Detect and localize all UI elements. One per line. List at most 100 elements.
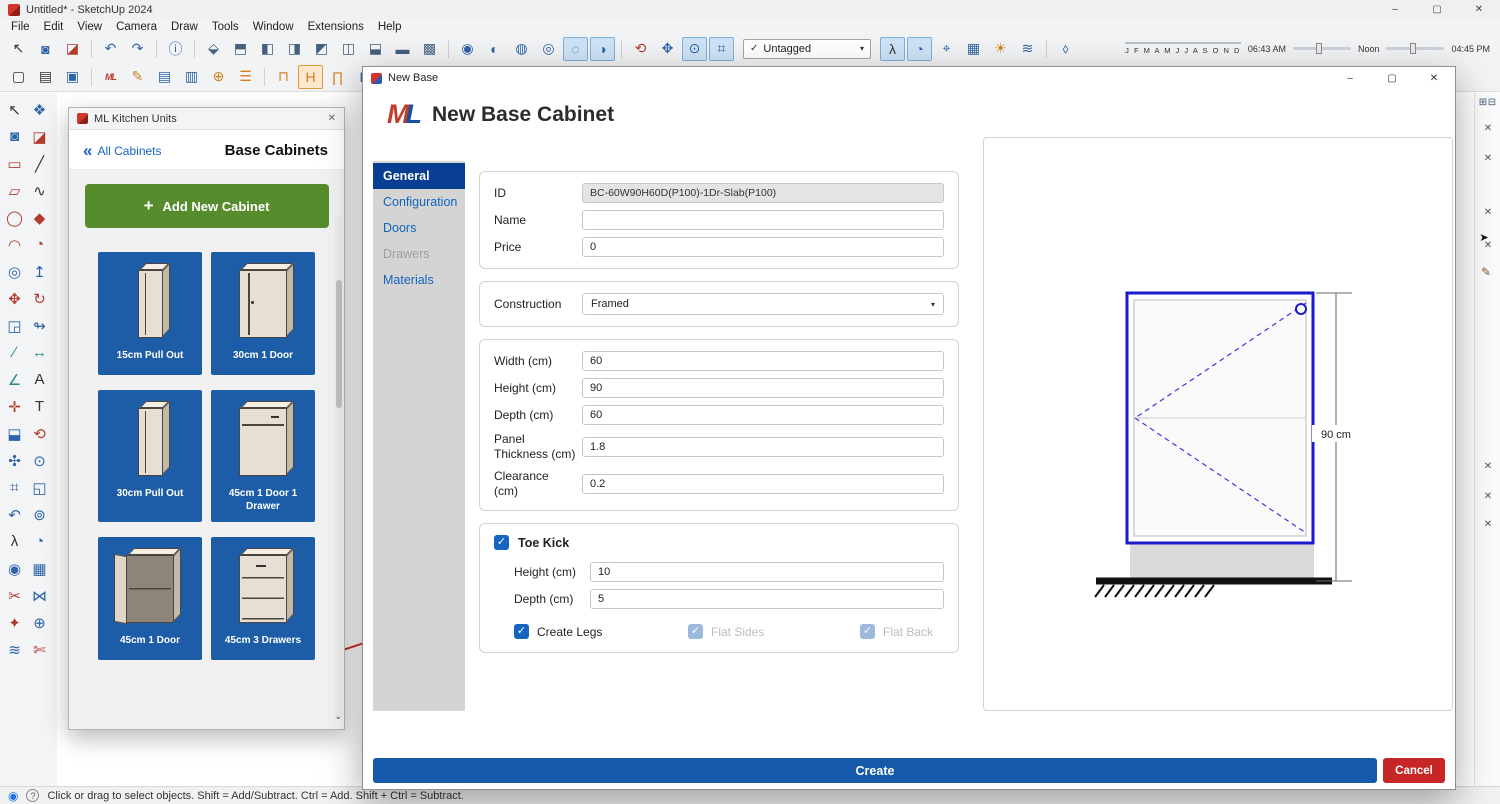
select-tool-icon[interactable]: ↖ — [6, 37, 31, 61]
open-file-icon[interactable]: ▤ — [33, 65, 58, 89]
width-field[interactable] — [582, 351, 944, 371]
zoom-window-icon[interactable]: ⌗ — [2, 474, 27, 501]
create-legs-checkbox[interactable]: ✓ — [514, 624, 529, 639]
add-new-cabinet-button[interactable]: + Add New Cabinet — [84, 184, 329, 228]
tape-measure-icon[interactable]: ∕ — [2, 339, 27, 366]
tag-filter-dropdown[interactable]: ✓ Untagged ▾ — [743, 38, 871, 59]
paint-bucket-icon[interactable]: ◙ — [2, 123, 27, 150]
text-tool-icon[interactable]: A — [27, 366, 52, 393]
trim-icon[interactable]: ◌ — [563, 36, 588, 61]
close-icon[interactable]: ✕ — [328, 113, 336, 124]
price-field[interactable] — [582, 237, 944, 257]
position-camera-icon[interactable]: ⊚ — [27, 501, 52, 528]
cloth-icon[interactable]: ≋ — [2, 636, 27, 663]
maximize-button[interactable]: ▢ — [1371, 67, 1413, 89]
follow-me-icon[interactable]: ↬ — [27, 312, 52, 339]
menu-camera[interactable]: Camera — [109, 20, 164, 35]
panel-close-icon[interactable]: ✕ — [1480, 517, 1496, 533]
catalog-icon[interactable]: ▥ — [179, 65, 204, 89]
zoom-extents-icon[interactable]: ◱ — [27, 474, 52, 501]
cabinet-card-15cm-pull-out[interactable]: 15cm Pull Out — [98, 252, 202, 375]
orbit-icon[interactable]: ⟲ — [628, 37, 653, 61]
tab-configuration[interactable]: Configuration — [373, 189, 465, 215]
zoom-icon[interactable]: ⊙ — [682, 36, 707, 61]
pan-icon[interactable]: ✥ — [655, 37, 680, 61]
palette-titlebar[interactable]: ML Kitchen Units ✕ — [69, 108, 344, 130]
toe-kick-depth-field[interactable] — [590, 589, 944, 609]
menu-tools[interactable]: Tools — [205, 20, 246, 35]
tray-panels-icon[interactable]: ⊟ — [1485, 96, 1499, 110]
geolocation-icon[interactable]: ◉ — [8, 790, 18, 802]
panel-close-icon[interactable]: ✕ — [1480, 238, 1496, 254]
circle-tool-icon[interactable]: ◯ — [2, 204, 27, 231]
move-tool-icon[interactable]: ✥ — [2, 285, 27, 312]
axes-tool-icon[interactable]: ✛ — [2, 393, 27, 420]
fog-icon[interactable]: ≋ — [1015, 37, 1040, 61]
panel-close-icon[interactable]: ✕ — [1480, 459, 1496, 475]
look-around-icon[interactable]: ◔ — [907, 36, 932, 61]
base-units-icon[interactable]: H — [298, 64, 323, 89]
line-tool-icon[interactable]: ╱ — [27, 150, 52, 177]
date-slider[interactable]: J F M A M J J A S O N D — [1125, 42, 1241, 55]
3d-text-icon[interactable]: T — [27, 393, 52, 420]
all-cabinets-link[interactable]: « All Cabinets — [83, 142, 162, 159]
front-view-icon[interactable]: ◧ — [255, 37, 280, 61]
cut-list-icon[interactable]: ▤ — [152, 65, 177, 89]
menu-window[interactable]: Window — [246, 20, 301, 35]
select-tool-icon[interactable]: ↖ — [2, 96, 27, 123]
rectangle-tool-icon[interactable]: ▭ — [2, 150, 27, 177]
undo-icon[interactable]: ↶ — [98, 37, 123, 61]
rotate-tool-icon[interactable]: ↻ — [27, 285, 52, 312]
left-view-icon[interactable]: ◫ — [336, 37, 361, 61]
outer-shell-icon[interactable]: ◉ — [455, 37, 480, 61]
menu-view[interactable]: View — [70, 20, 109, 35]
protractor-icon[interactable]: ∠ — [2, 366, 27, 393]
walk-icon[interactable]: λ — [2, 528, 27, 555]
dimension-tool-icon[interactable]: ↔ — [27, 339, 52, 366]
panel-close-icon[interactable]: ✕ — [1480, 489, 1496, 505]
menu-draw[interactable]: Draw — [164, 20, 205, 35]
rotated-rectangle-icon[interactable]: ▱ — [2, 177, 27, 204]
split-icon[interactable]: ◑ — [590, 36, 615, 61]
clearance-field[interactable] — [582, 474, 944, 494]
pie-tool-icon[interactable]: ◔ — [27, 231, 52, 258]
help-icon[interactable]: ? — [26, 789, 40, 802]
construction-select[interactable]: Framed ▾ — [582, 293, 944, 315]
dialog-titlebar[interactable]: New Base – ▢ ✕ — [363, 67, 1455, 89]
right-view-icon[interactable]: ◨ — [282, 37, 307, 61]
id-field[interactable] — [582, 183, 944, 203]
wall-units-icon[interactable]: ⊓ — [271, 65, 296, 89]
model-info-icon[interactable]: ⓘ — [163, 37, 188, 61]
height-field[interactable] — [582, 378, 944, 398]
weld-icon[interactable]: ⋈ — [27, 582, 52, 609]
edit-cabinet-icon[interactable]: ✎ — [125, 65, 150, 89]
tall-units-icon[interactable]: ∏ — [325, 65, 350, 89]
eraser-icon[interactable]: ◪ — [27, 123, 52, 150]
panel-thickness-field[interactable] — [582, 437, 944, 457]
laser-cut-icon[interactable]: ✂ — [2, 582, 27, 609]
toe-kick-checkbox[interactable]: ✓ — [494, 535, 509, 550]
scale-tool-icon[interactable]: ◲ — [2, 312, 27, 339]
zoom-extents-icon[interactable]: ⌗ — [709, 36, 734, 61]
tab-general[interactable]: General — [373, 163, 465, 189]
make-component-icon[interactable]: ❖ — [27, 96, 52, 123]
push-pull-icon[interactable]: ↥ — [27, 258, 52, 285]
slider-knob[interactable] — [1409, 43, 1416, 54]
stamp-icon[interactable]: ⊕ — [27, 609, 52, 636]
panel-close-icon[interactable]: ✕ — [1480, 151, 1496, 167]
tab-drawers[interactable]: Drawers — [373, 241, 465, 267]
zoom-icon[interactable]: ⊙ — [27, 447, 52, 474]
paint-large-icon[interactable]: ⬨ — [1053, 37, 1078, 61]
arc-tool-icon[interactable]: ◠ — [2, 231, 27, 258]
ml-kitchen-logo-icon[interactable]: ML — [98, 65, 123, 89]
eraser-icon[interactable]: ◪ — [60, 37, 85, 61]
depth-field[interactable] — [582, 405, 944, 425]
minimize-button[interactable]: – — [1374, 0, 1416, 20]
position-camera-icon[interactable]: ⌖ — [934, 37, 959, 61]
slider-knob[interactable] — [1316, 43, 1323, 54]
cabinet-card-30cm-pull-out[interactable]: 30cm Pull Out — [98, 390, 202, 522]
scissors-icon[interactable]: ✄ — [27, 636, 52, 663]
menu-edit[interactable]: Edit — [37, 20, 71, 35]
name-field[interactable] — [582, 210, 944, 230]
cabinet-card-45cm-3-drawers[interactable]: 45cm 3 Drawers — [211, 537, 315, 660]
